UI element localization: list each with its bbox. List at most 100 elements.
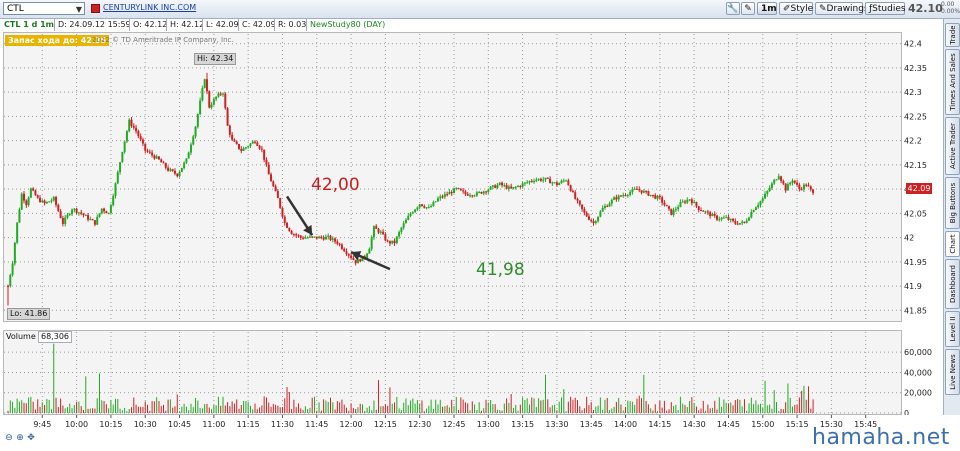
top-toolbar: CTL ▼ CENTURYLINK INC.COM 🔧 ✎ 1m ✐Style … [0,0,960,19]
candle-body [706,211,709,213]
tab-label: Times And Sales [948,53,957,111]
candle-body [576,198,579,201]
candle-body [542,179,545,181]
candle-body [87,215,90,220]
candle-body [469,195,472,197]
candle-body [732,219,735,221]
candle-body [311,236,314,238]
candle-body [647,191,650,196]
candle-body [366,253,369,259]
candle-body [450,191,453,194]
candle-body [759,201,762,205]
candle-body [727,217,730,220]
candle-body [693,202,696,204]
candle-body [279,198,282,208]
time-tick-label: 13:00 [477,420,500,429]
candle-body [80,212,83,214]
candle-body [738,223,741,225]
candle-body [560,180,563,184]
tab-label: Active Trader [948,123,957,169]
time-tick-label: 13:45 [580,420,603,429]
candle-body [608,203,611,207]
candle-body [514,186,517,188]
candle-body [805,184,808,186]
tab-label: Dashboard [948,265,957,303]
chevron-down-icon[interactable]: ▼ [76,3,82,16]
candle-body [130,119,133,126]
candle-body [256,142,259,146]
style-icon: ✐ [783,4,791,14]
pencil-icon[interactable]: ✎ [741,2,755,15]
tab-chart[interactable]: Chart [945,231,960,257]
drawings-icon: ✎ [819,4,827,14]
candle-body [725,217,728,219]
interval-button[interactable]: 1m [757,2,777,15]
candle-body [388,241,391,244]
time-tick-label: 15:15 [786,420,809,429]
candle-body [20,193,23,210]
candle-body [201,88,204,101]
candle-body [404,219,407,224]
candle-body [471,195,474,197]
trading-chart-window: CTL ▼ CENTURYLINK INC.COM 🔧 ✎ 1m ✐Style … [0,0,960,451]
style-button[interactable]: ✐Style [779,2,813,15]
candle-body [766,190,769,194]
candle-body [235,141,238,144]
drawings-button[interactable]: ✎Drawings [815,2,869,15]
candle-body [320,236,323,238]
tab-level-ii[interactable]: Level II [945,311,960,347]
candle-body [55,197,58,205]
candle-body [219,93,222,95]
tab-active-trader[interactable]: Active Trader [945,117,960,175]
candle-body [539,178,542,181]
candle-body [393,240,396,244]
time-tick-label: 11:00 [202,420,225,429]
volume-tick-label: 60,000 [904,348,932,357]
candle-body [89,219,92,221]
candle-body [418,204,421,208]
candle-body [183,162,186,168]
price-tick-label: 42.2 [904,137,922,146]
wrench-icon[interactable]: 🔧 [726,2,740,15]
tab-dashboard[interactable]: Dashboard [945,259,960,309]
bar-range: R: 0.03 [274,19,310,31]
candle-body [409,213,412,216]
candle-body [741,221,744,224]
zoom-in-icon[interactable]: ⊕ [15,433,25,443]
candle-body [711,213,714,217]
candle-body [626,194,629,196]
tab-live-news[interactable]: Live News [945,349,960,395]
volume-chart[interactable]: 60,00040,00020,0000 [0,330,942,415]
candle-body [196,114,199,127]
candle-body [187,152,190,159]
candle-body [555,182,558,186]
company-name[interactable]: CENTURYLINK INC.COM [103,3,196,12]
tab-big-buttons[interactable]: Big Buttons [945,177,960,229]
candle-body [105,211,108,214]
price-tick-label: 42.35 [904,64,927,73]
candle-body [155,156,158,159]
candle-body [800,189,803,191]
volume-label: Volume [6,332,36,341]
studies-button[interactable]: ƒStudies [865,2,906,15]
candle-body [173,170,176,174]
pan-icon[interactable]: ✥ [26,433,36,443]
tab-trade[interactable]: Trade [945,23,960,47]
candle-body [597,216,600,222]
zoom-out-icon[interactable]: ⊖ [4,433,14,443]
price-chart[interactable]: 42.442.3542.342.2542.242.1542.142.054241… [0,32,942,322]
candle-body [599,211,602,217]
candle-body [574,192,577,199]
symbol-input[interactable]: CTL ▼ [3,2,85,15]
study-label[interactable]: NewStudy80 (DAY) [306,19,389,31]
candle-body [521,183,524,187]
candle-body [210,104,213,108]
candle-body [530,181,533,183]
candle-body [622,195,625,197]
candle-body [436,198,439,202]
candle-body [578,200,581,205]
candle-body [697,206,700,211]
tab-times-and-sales[interactable]: Times And Sales [945,49,960,115]
candle-body [485,191,488,193]
candle-body [123,141,126,152]
